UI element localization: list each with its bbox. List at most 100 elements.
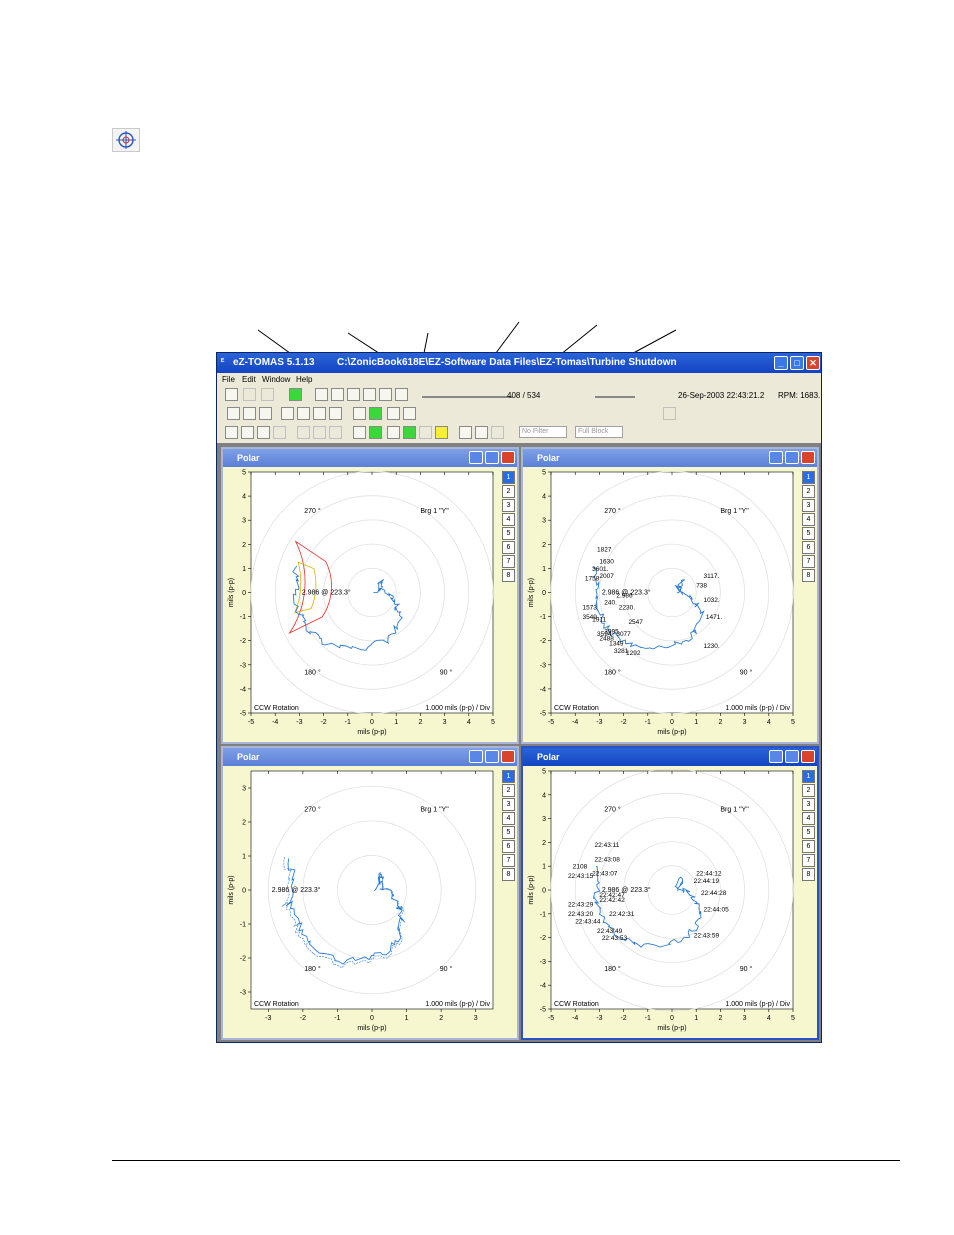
channel-tab-2[interactable]: 2 xyxy=(802,485,815,498)
reset-icon[interactable] xyxy=(491,426,504,439)
tick-marks-icon[interactable] xyxy=(475,426,488,439)
display-icon-2[interactable] xyxy=(241,426,254,439)
pane-minimize-button[interactable] xyxy=(469,451,483,464)
pane-titlebar[interactable]: Polar xyxy=(223,449,517,467)
pane-maximize-button[interactable] xyxy=(785,750,799,763)
cursor-icon[interactable] xyxy=(387,407,400,420)
channel-tab-1[interactable]: 1 xyxy=(502,770,515,783)
channel-tab-8[interactable]: 8 xyxy=(802,868,815,881)
channel-tab-4[interactable]: 4 xyxy=(502,513,515,526)
pause-icon[interactable] xyxy=(243,388,256,401)
pane-close-button[interactable] xyxy=(801,750,815,763)
channel-tab-4[interactable]: 4 xyxy=(502,812,515,825)
pane-maximize-button[interactable] xyxy=(785,451,799,464)
channel-tab-3[interactable]: 3 xyxy=(802,798,815,811)
maximize-button[interactable]: □ xyxy=(790,356,804,370)
display-icon-1[interactable] xyxy=(225,426,238,439)
pane-close-button[interactable] xyxy=(801,451,815,464)
channel-tab-3[interactable]: 3 xyxy=(802,499,815,512)
pane-maximize-button[interactable] xyxy=(485,750,499,763)
time-label-icon[interactable] xyxy=(387,426,400,439)
channel-tab-8[interactable]: 8 xyxy=(802,569,815,582)
channel-tab-6[interactable]: 6 xyxy=(502,840,515,853)
channel-tab-7[interactable]: 7 xyxy=(802,555,815,568)
zoom-icon[interactable] xyxy=(459,426,472,439)
channel-tab-5[interactable]: 5 xyxy=(802,826,815,839)
channel-tab-5[interactable]: 5 xyxy=(502,826,515,839)
spectrum-icon[interactable] xyxy=(329,407,342,420)
channel-tab-7[interactable]: 7 xyxy=(802,854,815,867)
compensation-icon[interactable] xyxy=(403,426,416,439)
pane-minimize-button[interactable] xyxy=(469,750,483,763)
play-icon[interactable] xyxy=(379,388,392,401)
menu-window[interactable]: Window xyxy=(262,375,290,384)
plot-type-icon-3[interactable] xyxy=(259,407,272,420)
display-icon-8[interactable] xyxy=(419,426,432,439)
menu-help[interactable]: Help xyxy=(296,375,312,384)
channel-tab-8[interactable]: 8 xyxy=(502,569,515,582)
channel-tab-1[interactable]: 1 xyxy=(802,471,815,484)
channel-tab-7[interactable]: 7 xyxy=(502,555,515,568)
plot-type-icon-1[interactable] xyxy=(227,407,240,420)
display-icon-3[interactable] xyxy=(257,426,270,439)
position-slider[interactable] xyxy=(422,396,512,398)
channel-tab-2[interactable]: 2 xyxy=(502,784,515,797)
grid-toggle-icon[interactable] xyxy=(369,407,382,420)
speed-slider[interactable] xyxy=(595,396,635,398)
waterfall-icon[interactable] xyxy=(353,407,366,420)
pane-titlebar[interactable]: Polar xyxy=(523,748,817,766)
pane-maximize-button[interactable] xyxy=(485,451,499,464)
pane-minimize-button[interactable] xyxy=(769,451,783,464)
channel-tab-6[interactable]: 6 xyxy=(802,840,815,853)
menu-file[interactable]: File xyxy=(222,375,235,384)
bode-icon[interactable] xyxy=(281,407,294,420)
menu-edit[interactable]: Edit xyxy=(242,375,256,384)
probe-icon[interactable] xyxy=(353,426,366,439)
stop-x-icon[interactable] xyxy=(261,388,274,401)
pane-titlebar[interactable]: Polar xyxy=(523,449,817,467)
polar-pane-3[interactable]: Polar 1 2 3 4 5 6 7 8 -3 -2 -1 0 1 2 3 -3 -2 -1 0 1 2 3 mils (p… xyxy=(221,746,519,1040)
polar-pane-2[interactable]: Polar 1 2 3 4 5 6 7 8 -5 -4 -3 -2 -1 0 1 2 3 4 5 -5 -4 -3 -2 -1 0… xyxy=(521,447,819,744)
block-select[interactable]: Full Block xyxy=(575,426,623,438)
display-icon-7[interactable] xyxy=(329,426,342,439)
step-back-icon[interactable] xyxy=(347,388,360,401)
channel-tab-4[interactable]: 4 xyxy=(802,513,815,526)
rewind-fast-icon[interactable] xyxy=(315,388,328,401)
cursor-marker-icon[interactable] xyxy=(435,426,448,439)
channel-tab-3[interactable]: 3 xyxy=(502,798,515,811)
display-icon-6[interactable] xyxy=(313,426,326,439)
pane-minimize-button[interactable] xyxy=(769,750,783,763)
database-icon[interactable] xyxy=(289,388,302,401)
polar-pane-4[interactable]: Polar 1 2 3 4 5 6 7 8 -5 -4 -3 -2 -1 0 1 2 3 4 5 -5 -4 -3 -2 -1 0… xyxy=(521,746,819,1040)
report-icon[interactable] xyxy=(663,407,676,420)
channel-tab-2[interactable]: 2 xyxy=(802,784,815,797)
channel-tab-2[interactable]: 2 xyxy=(502,485,515,498)
channel-tab-6[interactable]: 6 xyxy=(502,541,515,554)
step-end-icon[interactable] xyxy=(395,388,408,401)
step-back-start-icon[interactable] xyxy=(331,388,344,401)
crosshair-icon[interactable] xyxy=(403,407,416,420)
channel-tab-1[interactable]: 1 xyxy=(802,770,815,783)
pane-close-button[interactable] xyxy=(501,451,515,464)
polar-icon[interactable] xyxy=(313,407,326,420)
trend-icon[interactable] xyxy=(297,407,310,420)
filter-select[interactable]: No Filter xyxy=(519,426,567,438)
channel-tab-1[interactable]: 1 xyxy=(502,471,515,484)
minimize-button[interactable]: _ xyxy=(774,356,788,370)
channel-tab-8[interactable]: 8 xyxy=(502,868,515,881)
channel-tab-3[interactable]: 3 xyxy=(502,499,515,512)
rpm-label-icon[interactable] xyxy=(369,426,382,439)
channel-tab-5[interactable]: 5 xyxy=(502,527,515,540)
plot-type-icon-2[interactable] xyxy=(243,407,256,420)
display-icon-4[interactable] xyxy=(273,426,286,439)
record-icon[interactable] xyxy=(225,388,238,401)
pane-titlebar[interactable]: Polar xyxy=(223,748,517,766)
close-button[interactable]: ✕ xyxy=(806,356,820,370)
display-icon-5[interactable] xyxy=(297,426,310,439)
pane-close-button[interactable] xyxy=(501,750,515,763)
channel-tab-6[interactable]: 6 xyxy=(802,541,815,554)
channel-tab-5[interactable]: 5 xyxy=(802,527,815,540)
polar-pane-1[interactable]: Polar 1 2 3 4 5 6 7 8 -5 -4 -3 -2 -1 0 1 2 3 4 5 -5 -4 -3 -2 -1 0… xyxy=(221,447,519,744)
stop-icon[interactable] xyxy=(363,388,376,401)
channel-tab-7[interactable]: 7 xyxy=(502,854,515,867)
